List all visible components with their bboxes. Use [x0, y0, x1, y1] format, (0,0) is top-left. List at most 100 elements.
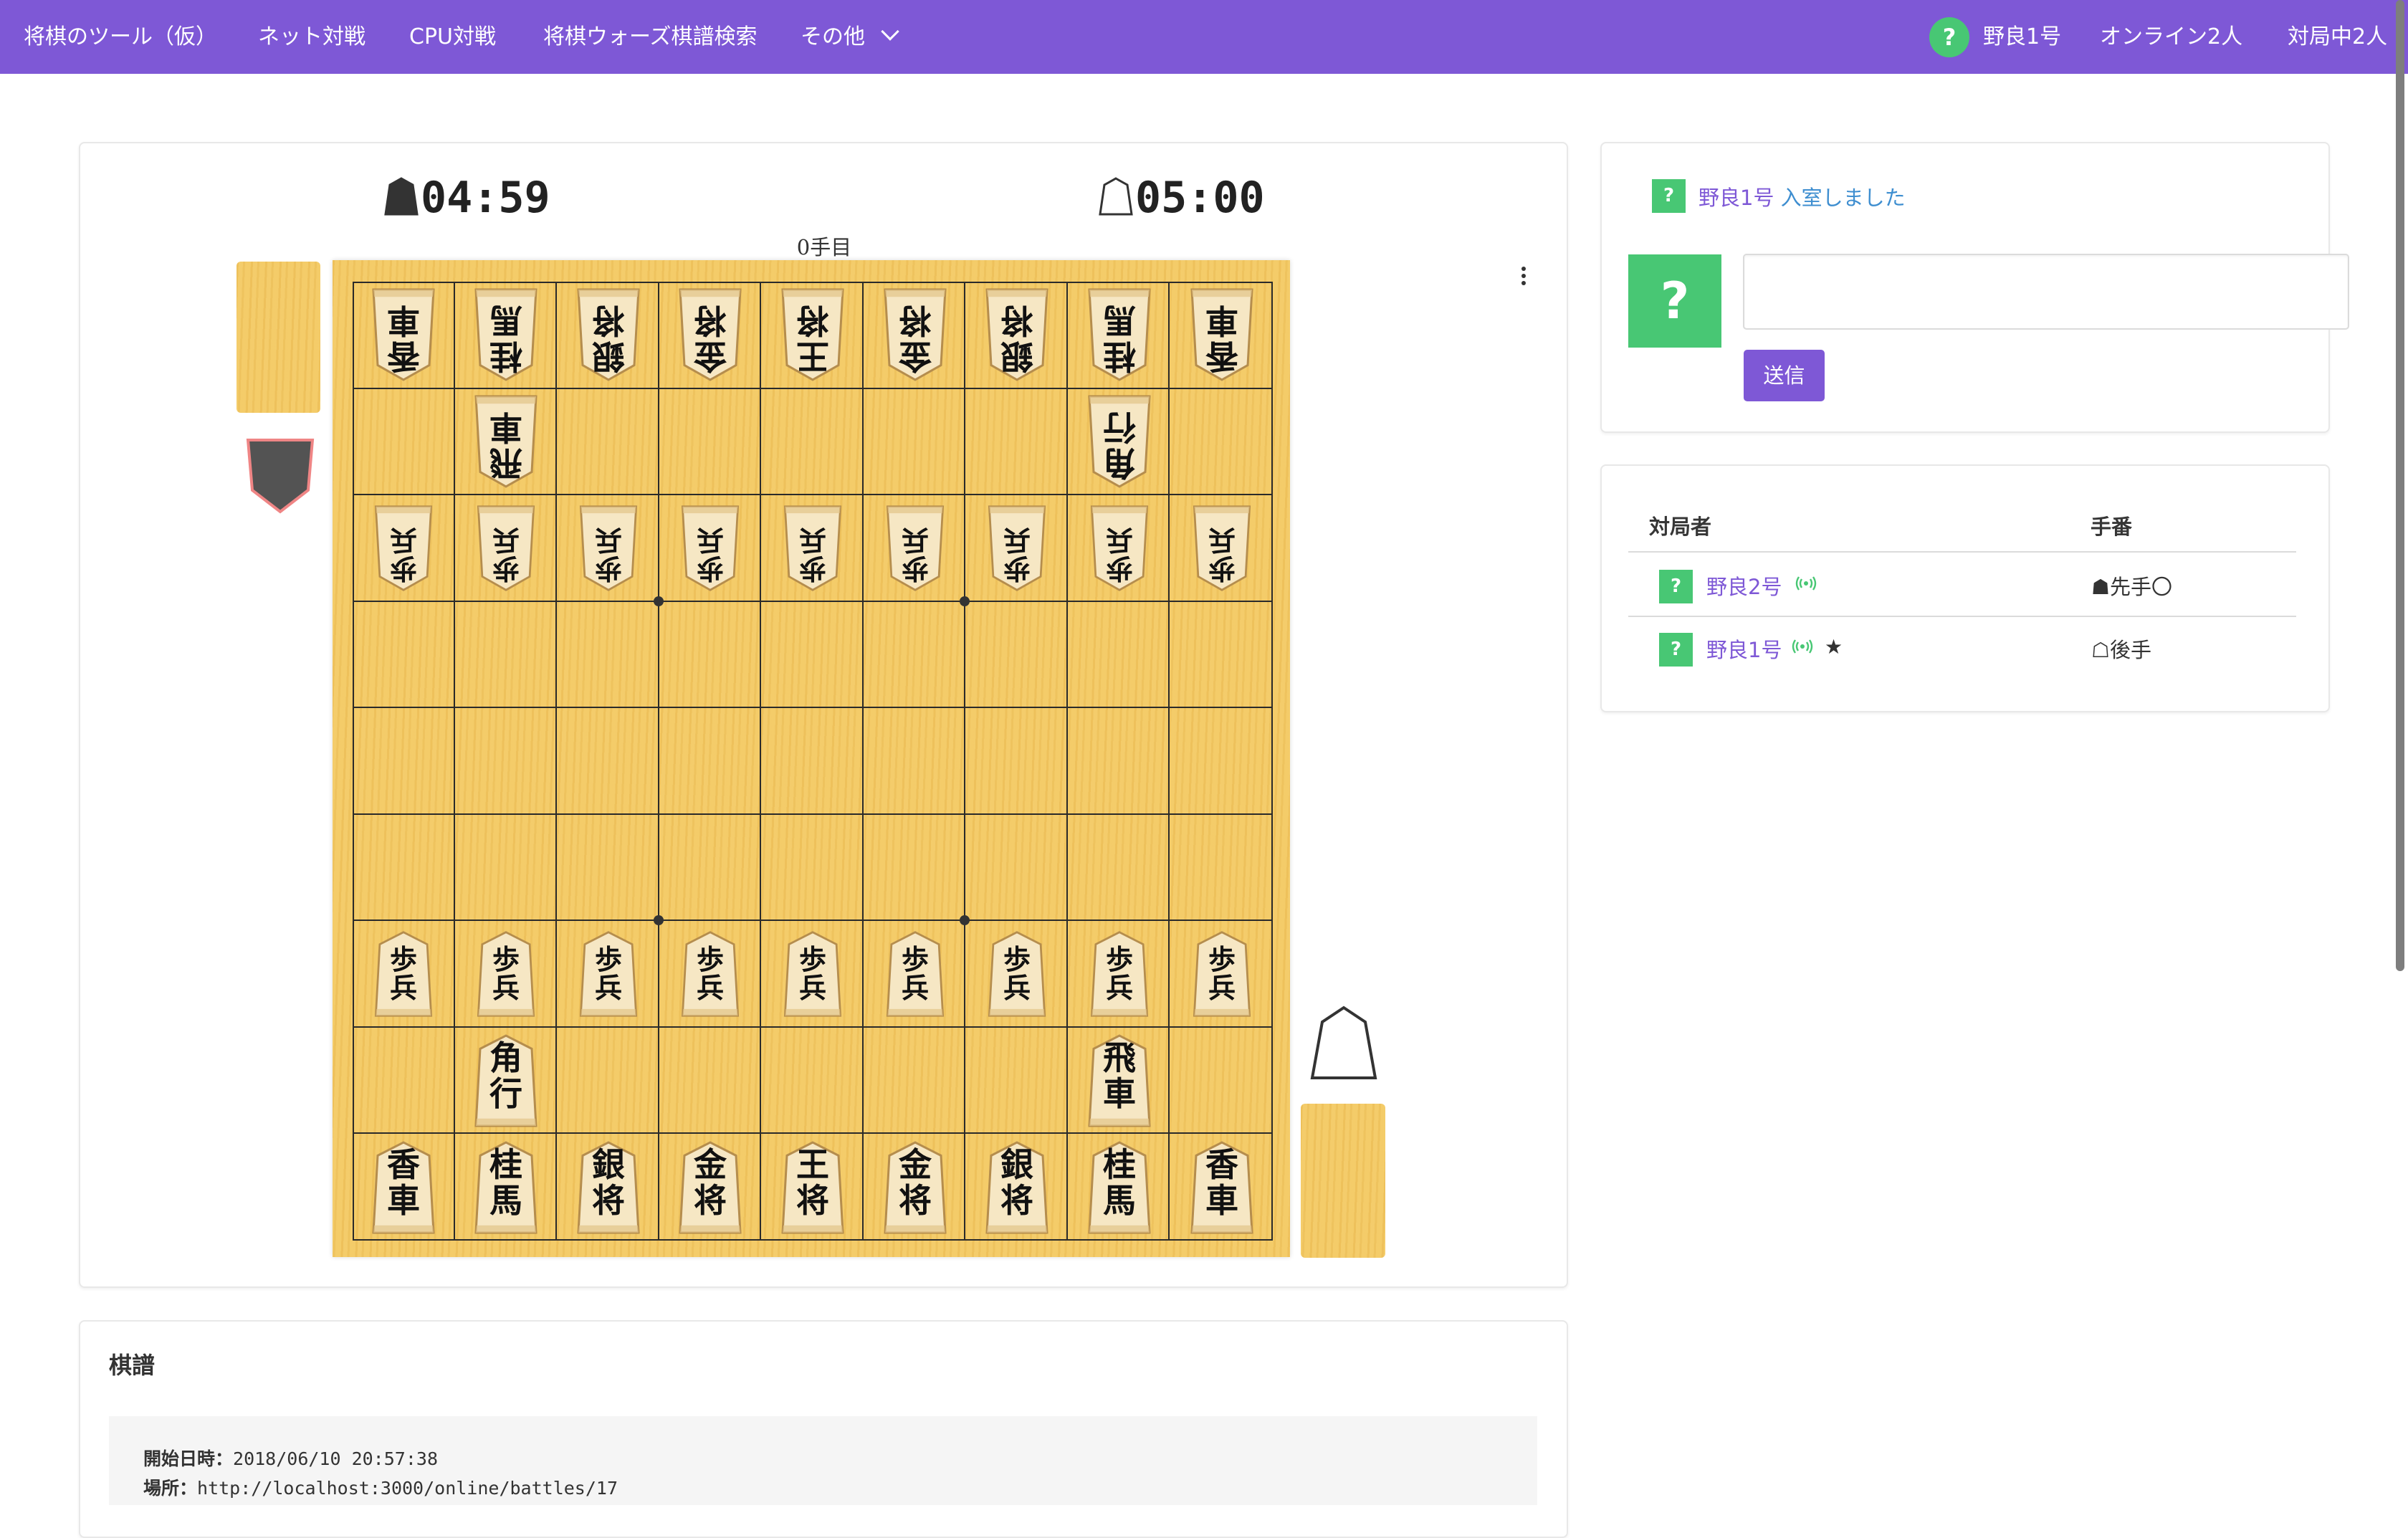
sente-piece-stand[interactable]	[1301, 1104, 1385, 1258]
piece-char: 兵	[1003, 972, 1031, 1004]
piece-char: 兵	[696, 972, 724, 1004]
board-piece[interactable]: 王将	[777, 287, 849, 383]
piece-char: 歩	[389, 943, 417, 975]
board-piece[interactable]: 飛車	[470, 393, 542, 489]
chat-input[interactable]	[1743, 254, 2349, 330]
nav-item-other-dropdown[interactable]: その他	[801, 0, 899, 74]
kifu-location-label: 場所：	[143, 1478, 198, 1499]
nav-brand[interactable]: 将棋のツール（仮）	[24, 0, 217, 74]
piece-label: 歩兵	[780, 524, 846, 585]
board-piece[interactable]: 香車	[1186, 287, 1258, 383]
sente-clock-time: 04:59	[421, 173, 550, 223]
member-name[interactable]: 野良1号	[1706, 634, 1782, 664]
piece-char: 馬	[1103, 301, 1136, 340]
kifu-location: 場所：http://localhost:3000/online/battles/…	[143, 1474, 618, 1500]
gote-clock-time: 05:00	[1135, 173, 1265, 223]
board-piece[interactable]: 歩兵	[575, 504, 641, 593]
more-vertical-icon[interactable]	[1518, 267, 1529, 288]
nav-item-net-battle[interactable]: ネット対戦	[258, 0, 366, 74]
board-piece[interactable]: 歩兵	[371, 504, 436, 593]
board-piece[interactable]: 歩兵	[882, 504, 948, 593]
board-piece[interactable]: 銀将	[573, 287, 644, 383]
piece-char: 将	[592, 1181, 625, 1220]
nav-item-wars-search[interactable]: 将棋ウォーズ棋譜検索	[543, 0, 758, 74]
piece-label: 香車	[1186, 1147, 1258, 1218]
piece-label: 金将	[879, 301, 951, 376]
piece-char: 将	[592, 301, 625, 340]
piece-label: 歩兵	[1189, 524, 1255, 585]
piece-char: 銀	[592, 337, 625, 376]
piece-char: 桂	[489, 337, 522, 376]
piece-char: 金	[899, 1145, 932, 1184]
board-piece[interactable]: 歩兵	[1086, 504, 1152, 593]
nav-online-count[interactable]: オンライン2人	[2100, 0, 2242, 74]
board-piece[interactable]: 歩兵	[677, 930, 743, 1018]
board-piece[interactable]: 銀将	[981, 1140, 1053, 1236]
piece-label: 銀将	[573, 1147, 644, 1218]
page-scrollbar[interactable]	[2396, 0, 2404, 971]
board-piece[interactable]: 金将	[879, 1140, 951, 1236]
piece-char: 将	[694, 1181, 727, 1220]
member-avatar: ?	[1659, 570, 1693, 603]
board-piece[interactable]: 銀将	[573, 1140, 644, 1236]
help-icon[interactable]: ?	[1929, 17, 1969, 57]
send-button[interactable]: 送信	[1744, 350, 1825, 401]
nav-playing-count[interactable]: 対局中2人	[2288, 0, 2387, 74]
board-piece[interactable]: 歩兵	[1086, 930, 1152, 1018]
chat-message-avatar: ?	[1652, 179, 1686, 213]
gote-clock: 05:00	[1098, 169, 1265, 226]
board-piece[interactable]: 歩兵	[371, 930, 436, 1018]
piece-char: 飛	[1103, 1038, 1136, 1077]
member-name[interactable]: 野良2号	[1706, 570, 1782, 601]
board-piece[interactable]: 金将	[879, 287, 951, 383]
sente-stand-marker-icon	[1306, 1003, 1382, 1082]
board-piece[interactable]: 歩兵	[473, 930, 539, 1018]
board-piece[interactable]: 角行	[470, 1033, 542, 1129]
board-piece[interactable]: 香車	[368, 287, 439, 383]
board-piece[interactable]: 香車	[1186, 1140, 1258, 1236]
board-piece[interactable]: 歩兵	[473, 504, 539, 593]
piece-char: 桂	[1103, 337, 1136, 376]
piece-char: 将	[1000, 1181, 1033, 1220]
board-piece[interactable]: 歩兵	[984, 504, 1050, 593]
board-piece[interactable]: 桂馬	[470, 1140, 542, 1236]
board-piece[interactable]: 角行	[1084, 393, 1155, 489]
nav-item-cpu-battle[interactable]: CPU対戦	[409, 0, 496, 74]
nav-user-name[interactable]: 野良1号	[1983, 0, 2061, 74]
piece-label: 歩兵	[780, 945, 846, 1003]
piece-label: 飛車	[470, 408, 542, 482]
board-piece[interactable]: 飛車	[1084, 1033, 1155, 1129]
piece-char: 将	[796, 1181, 829, 1220]
piece-label: 金将	[674, 1147, 746, 1218]
board-piece[interactable]: 歩兵	[1189, 504, 1255, 593]
board-piece[interactable]: 王将	[777, 1140, 849, 1236]
piece-char: 銀	[1000, 337, 1033, 376]
piece-char: 香	[1205, 337, 1238, 376]
board-piece[interactable]: 桂馬	[1084, 1140, 1155, 1236]
board-piece[interactable]: 歩兵	[575, 930, 641, 1018]
board-piece[interactable]: 桂馬	[1084, 287, 1155, 383]
piece-label: 歩兵	[882, 524, 948, 585]
board-piece[interactable]: 歩兵	[1189, 930, 1255, 1018]
piece-char: 行	[489, 1074, 522, 1113]
board-piece[interactable]: 歩兵	[677, 504, 743, 593]
board-piece[interactable]: 金将	[674, 1140, 746, 1236]
board-piece[interactable]: 歩兵	[984, 930, 1050, 1018]
board-piece[interactable]: 歩兵	[780, 930, 846, 1018]
piece-label: 角行	[470, 1040, 542, 1112]
board-piece[interactable]: 銀将	[981, 287, 1053, 383]
piece-char: 兵	[1105, 972, 1133, 1004]
board-piece[interactable]: 金将	[674, 287, 746, 383]
board-piece[interactable]: 香車	[368, 1140, 439, 1236]
board-piece[interactable]: 歩兵	[780, 504, 846, 593]
piece-char: 香	[387, 337, 420, 376]
piece-label: 王将	[777, 1147, 849, 1218]
piece-label: 歩兵	[984, 524, 1050, 585]
board-piece[interactable]: 桂馬	[470, 287, 542, 383]
piece-char: 王	[796, 337, 829, 376]
piece-char: 金	[899, 337, 932, 376]
gote-piece-stand[interactable]	[236, 262, 320, 413]
piece-char: 歩	[492, 553, 520, 585]
board-piece[interactable]: 歩兵	[882, 930, 948, 1018]
chat-message-user[interactable]: 野良1号	[1698, 186, 1774, 210]
